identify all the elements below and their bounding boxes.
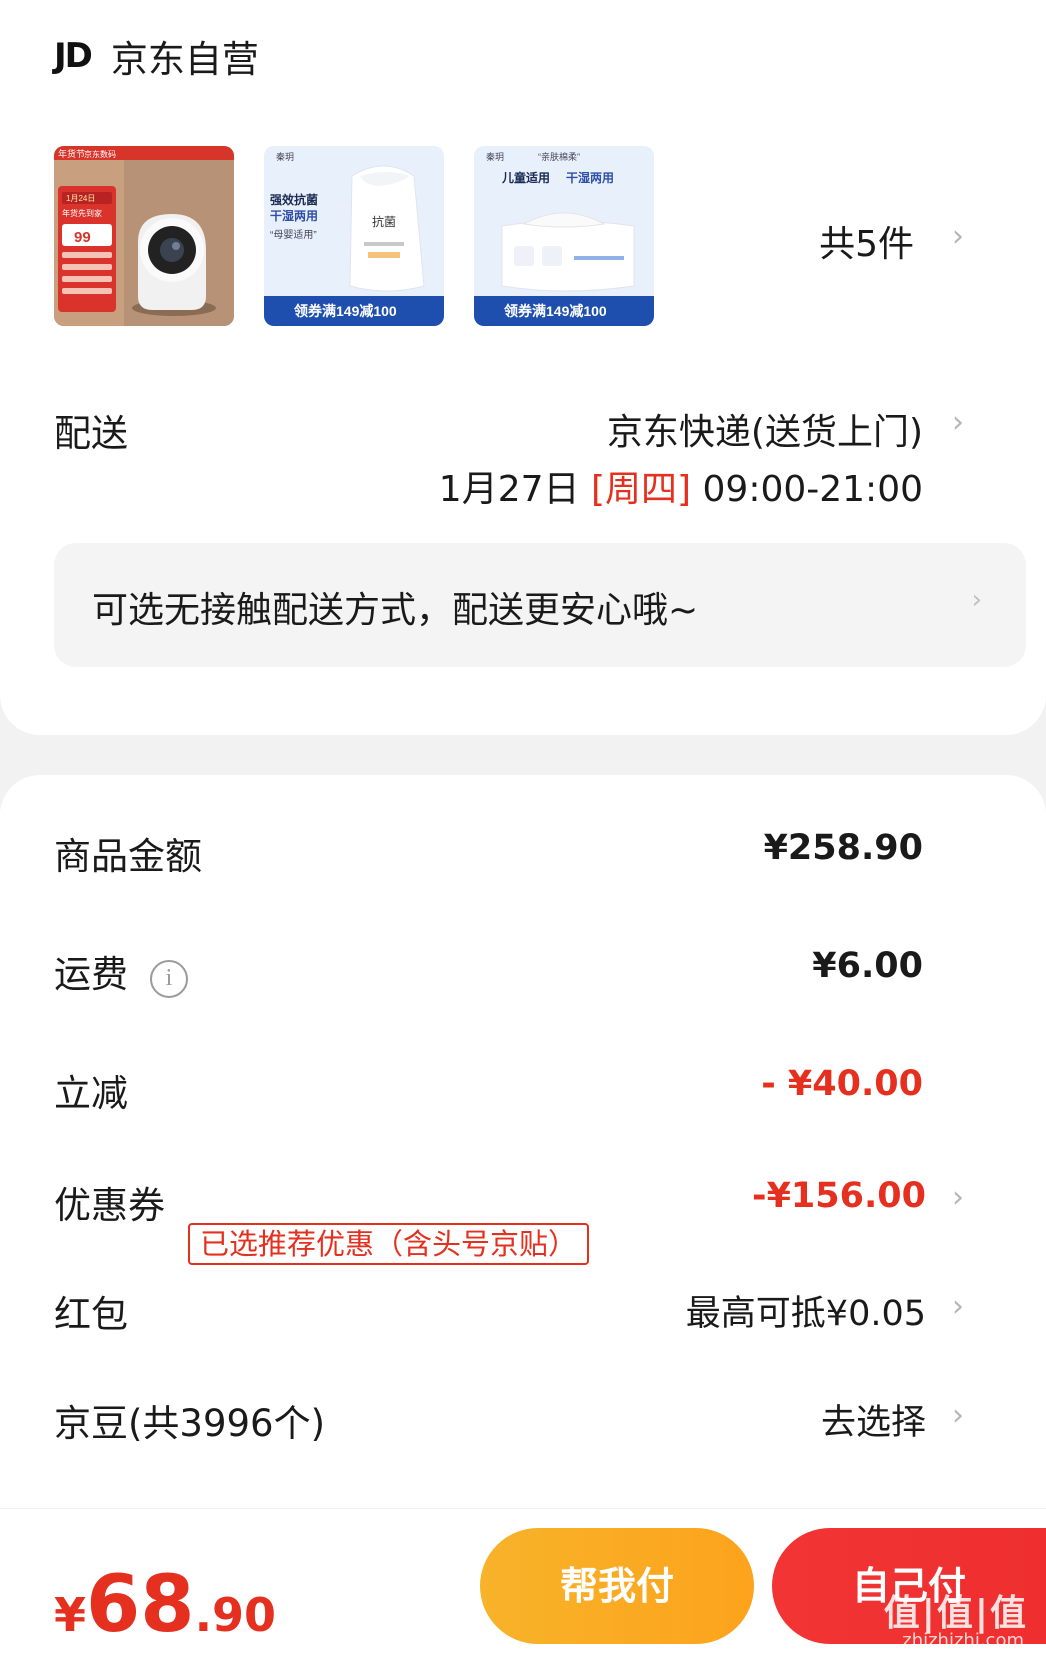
goods-amount-value: ¥258.90 — [763, 828, 923, 868]
delivery-window: 09:00-21:00 — [702, 469, 923, 510]
coupon-value[interactable]: -¥156.00 — [752, 1176, 926, 1216]
item2-pack: 抗菌 — [372, 214, 396, 229]
beans-value[interactable]: 去选择 — [821, 1394, 926, 1445]
discount-label: 立减 — [54, 1072, 128, 1115]
shop-name: 京东自营 — [110, 38, 259, 81]
watermark-site: zhizhizhi.com — [902, 1630, 1024, 1651]
delivery-method[interactable]: 京东快递(送货上门) — [607, 403, 923, 455]
shipping-value: ¥6.00 — [812, 946, 923, 986]
item1-promo-date: 1月24日 — [66, 194, 95, 203]
item1-badge-brand: 京东数码 — [84, 149, 116, 159]
item3-line2: 干湿两用 — [566, 170, 614, 185]
shipping-label: 运费 — [54, 953, 128, 996]
total-price: ¥68.90 — [54, 1560, 276, 1650]
chevron-right-icon[interactable]: › — [952, 1180, 964, 1215]
redpack-value[interactable]: 最高可抵¥0.05 — [686, 1285, 926, 1336]
help-pay-button[interactable]: 帮我付 — [480, 1528, 754, 1644]
currency-symbol: ¥ — [54, 1588, 87, 1642]
item1-promo-line: 年货先到家 — [62, 208, 102, 218]
shop-header: JD 京东自营 — [54, 30, 259, 82]
chevron-right-icon[interactable]: › — [952, 1398, 964, 1433]
price-decimal: .90 — [194, 1588, 277, 1642]
watermark-logo: 值|值|值 — [883, 1593, 1028, 1634]
redpack-label: 红包 — [54, 1293, 128, 1336]
item2-line3: “母婴适用” — [270, 229, 317, 241]
coupon-label: 优惠券 — [54, 1184, 165, 1227]
chevron-right-icon[interactable]: › — [952, 1289, 964, 1324]
item2-brand: 秦玥 — [276, 151, 294, 162]
product-thumbnails[interactable]: 年货节 京东数码 1月24日 年货先到家 99 秦玥 强效抗菌 干湿两用 “母婴… — [54, 146, 654, 326]
shipping-row: 运费 i — [54, 944, 188, 998]
item3-coupon: 领券满149减100 — [504, 303, 607, 319]
price-integer: 68 — [86, 1560, 195, 1650]
goods-amount-label: 商品金额 — [54, 835, 202, 878]
contactless-notice-text: 可选无接触配送方式，配送更安心哦~ — [92, 590, 699, 631]
delivery-label: 配送 — [54, 412, 128, 455]
discount-value: - ¥40.00 — [761, 1064, 923, 1104]
product-thumb-camera[interactable]: 年货节 京东数码 1月24日 年货先到家 99 — [54, 146, 234, 326]
item-count[interactable]: 共5件 — [819, 215, 914, 267]
product-thumb-tissue-2[interactable]: 秦玥 “亲肤棉柔” 儿童适用 干湿两用 领券满149减100 — [474, 146, 654, 326]
item3-line1: 儿童适用 — [501, 170, 550, 185]
info-icon[interactable]: i — [150, 960, 188, 998]
jd-logo: JD — [54, 36, 93, 76]
coupon-tag[interactable]: 已选推荐优惠（含头号京贴） — [188, 1223, 590, 1265]
chevron-right-icon: › — [971, 585, 982, 615]
chevron-right-icon[interactable]: › — [952, 219, 964, 254]
delivery-time[interactable]: 1月27日 [周四] 09:00-21:00 — [439, 460, 923, 512]
chevron-right-icon[interactable]: › — [952, 405, 964, 440]
item1-badge-top: 年货节 — [58, 148, 85, 159]
delivery-date: 1月27日 — [438, 469, 580, 510]
item1-price: 99 — [74, 229, 91, 246]
product-thumb-tissue-1[interactable]: 秦玥 强效抗菌 干湿两用 “母婴适用” 抗菌 领券满149减100 — [264, 146, 444, 326]
item2-line1: 强效抗菌 — [270, 192, 318, 207]
item3-brand: 秦玥 — [486, 151, 504, 162]
delivery-weekday: [周四] — [590, 469, 692, 510]
item3-slogan: “亲肤棉柔” — [538, 151, 580, 162]
item2-coupon: 领券满149减100 — [294, 303, 397, 319]
contactless-notice[interactable]: 可选无接触配送方式，配送更安心哦~ › — [54, 543, 1026, 667]
item2-line2: 干湿两用 — [270, 208, 318, 223]
beans-label: 京豆(共3996个) — [54, 1402, 326, 1445]
